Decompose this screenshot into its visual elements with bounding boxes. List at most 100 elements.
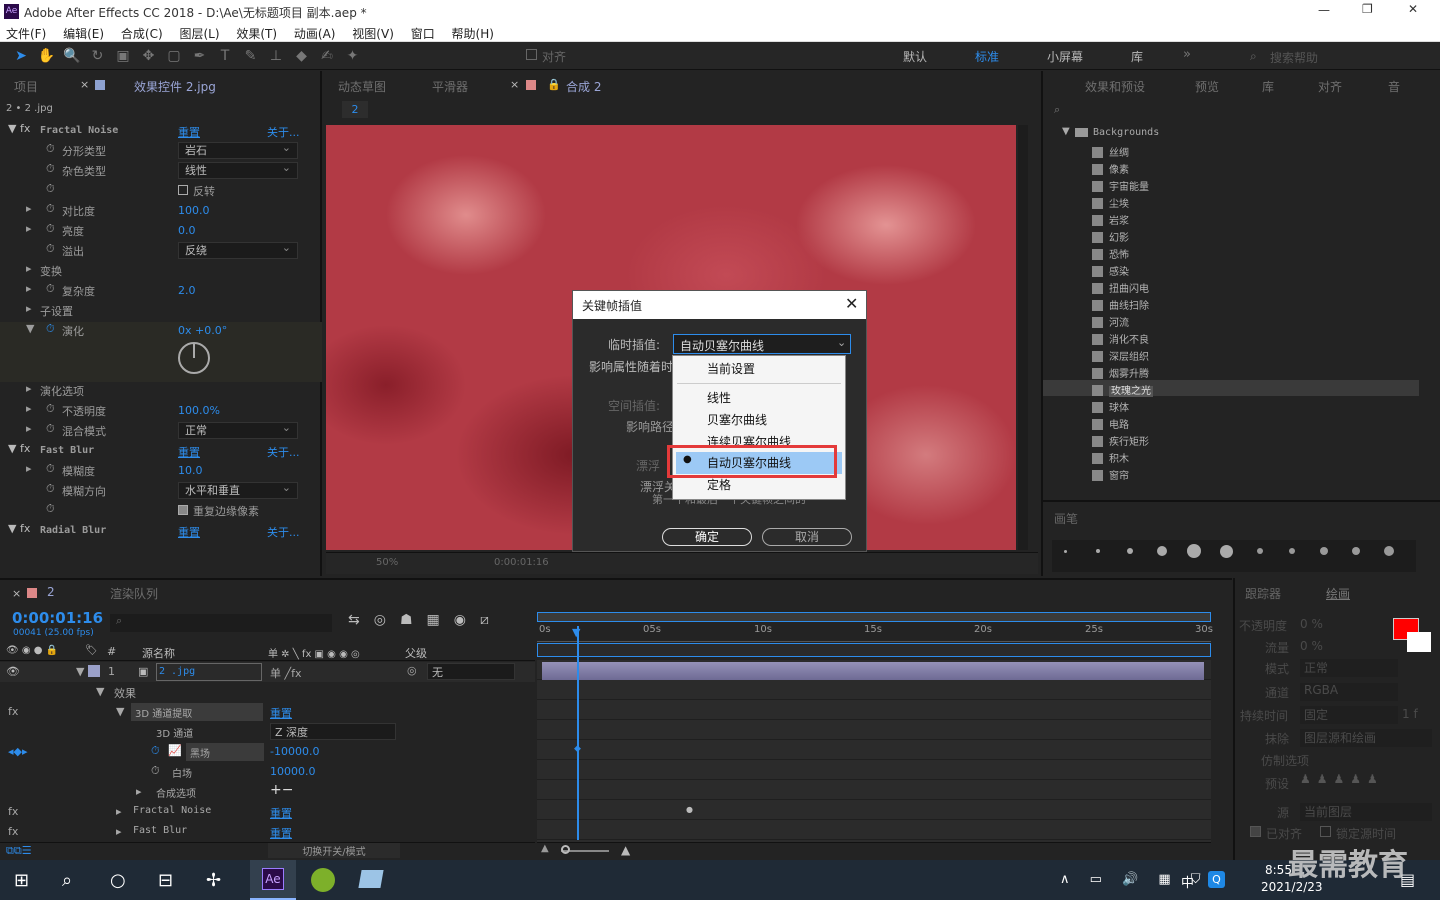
roto-tool-icon[interactable]: ✍ [318,47,336,65]
overflow-dropdown[interactable]: 反绕 [178,240,298,259]
menu-animation[interactable]: 动画(A) [294,27,336,41]
reset-link[interactable]: 重置 [270,825,292,841]
group-label[interactable]: 子设置 [40,303,73,319]
white-value[interactable]: 10000.0 [270,765,316,778]
search-icon[interactable]: ⌕ [62,870,72,891]
footer-icons[interactable]: ⧉⧉☰ [6,844,32,858]
channel-dropdown[interactable]: Z 深度 [270,723,396,740]
align-checkbox[interactable] [526,49,537,60]
stopwatch-icon[interactable]: ⏱ [46,322,55,336]
toggle-switches-modes[interactable]: 切换开关/模式 [268,843,400,858]
stopwatch-icon[interactable]: ⏱ [151,764,160,778]
menu-layer[interactable]: 图层(L) [179,27,219,41]
clone-presets-icons[interactable]: ♟♟♟♟♟ [1300,772,1384,786]
paint-flow-value[interactable]: 0 % [1300,639,1323,653]
camera-tool-icon[interactable]: ▣ [114,47,132,65]
stopwatch-icon[interactable]: ⏱ [46,162,55,176]
parent-header[interactable]: 父级 [405,645,427,661]
temporal-interp-dropdown[interactable]: 自动贝塞尔曲线 [673,334,851,354]
param-row-black[interactable]: ◂◆▸ ⏱ 📈 黑场 -10000.0 [0,742,535,762]
stopwatch-icon[interactable]: ⏱ [46,182,55,196]
parent-dropdown[interactable]: 无 [427,663,515,680]
pan-behind-tool-icon[interactable]: ✥ [140,47,158,65]
menu-window[interactable]: 窗口 [411,27,435,41]
switches-header-icons[interactable]: 单 ✲ ╲ fx ▣ ◉ ◉ ◎ [268,645,360,660]
preset-item[interactable]: 河流 [1092,314,1129,330]
brightness-value[interactable]: 0.0 [178,224,196,237]
about-link[interactable]: 关于... [267,124,300,140]
viewer-timecode[interactable]: 0:00:01:16 [494,557,549,568]
layer-duration-bar[interactable] [542,662,1204,680]
effect-row-fastblur[interactable]: fx ▸ Fast Blur 重置 [0,822,535,842]
paint-erase-dropdown[interactable]: 图层源和绘画 [1300,729,1432,747]
stopwatch-icon[interactable]: ⏱ [46,462,55,476]
tab-motion-sketch[interactable]: 动态草图 [338,78,386,95]
av-switch-icons[interactable]: 👁 ◉ ● 🔒 [6,645,58,656]
zoom-slider-knob[interactable] [561,845,570,854]
keyframe-dot-icon[interactable]: ● [686,805,693,814]
after-effects-taskbar-button[interactable]: Ae [250,860,296,900]
preset-item[interactable]: 像素 [1092,161,1129,177]
cancel-button[interactable]: 取消 [762,528,852,546]
current-time-indicator[interactable] [577,626,579,840]
clone-tool-icon[interactable]: ⊥ [267,47,285,65]
layer-name[interactable]: 2 .jpg [156,663,262,681]
reset-link[interactable]: 重置 [178,524,200,540]
preset-item[interactable]: 扭曲闪电 [1092,280,1149,296]
comp-range-bar[interactable] [537,643,1211,657]
tab-brushes[interactable]: 画笔 [1054,510,1078,527]
cortana-icon[interactable]: ○ [110,870,126,891]
preset-item[interactable]: 烟雾升腾 [1092,365,1149,381]
work-area-bar[interactable] [537,612,1211,622]
stopwatch-icon[interactable]: ⏱ [46,282,55,296]
rotate-tool-icon[interactable]: ↻ [89,47,107,65]
option-hold[interactable]: 定格 [707,475,731,495]
tab-effects-presets[interactable]: 效果和预设 [1085,78,1145,95]
folder-backgrounds[interactable]: Backgrounds [1093,127,1159,138]
repeat-edge-checkbox[interactable] [178,505,188,515]
preset-item[interactable]: 消化不良 [1092,331,1149,347]
stopwatch-icon[interactable]: ⏱ [46,482,55,496]
preset-item[interactable]: 疾行矩形 [1092,433,1149,449]
param-row[interactable]: 3D 通道 Z 深度 [0,722,535,742]
ime-indicator[interactable]: 中 [1181,872,1194,891]
close-tab-icon[interactable]: × [510,78,519,91]
stopwatch-icon[interactable]: ⏱ [46,202,55,216]
preset-item[interactable]: 窗帘 [1092,467,1129,483]
reset-link[interactable]: 重置 [178,124,200,140]
tab-project[interactable]: 项目 [14,78,38,95]
invert-checkbox[interactable] [178,185,188,195]
windows-start-icon[interactable]: ⊞ [14,870,29,891]
preset-item[interactable]: 丝绸 [1092,144,1129,160]
viewer-scrollbar[interactable] [1018,125,1028,550]
rect-tool-icon[interactable]: ▢ [165,47,183,65]
app-icon-notepad[interactable] [358,870,384,888]
maximize-button[interactable]: ❐ [1362,2,1373,16]
preset-item[interactable]: 幻影 [1092,229,1129,245]
search-help-input[interactable]: 搜索帮助 [1270,49,1318,66]
pen-tool-icon[interactable]: ✒ [191,47,209,65]
hand-tool-icon[interactable]: ✋ [38,47,56,65]
qq-icon[interactable]: Q [1208,871,1225,888]
group-label[interactable]: 演化选项 [40,383,84,399]
menu-file[interactable]: 文件(F) [6,27,46,41]
tab-render-queue[interactable]: 渲染队列 [110,585,158,602]
menu-composition[interactable]: 合成(C) [121,27,163,41]
black-value[interactable]: -10000.0 [270,745,319,758]
track-area[interactable] [537,660,1211,842]
tab-preview[interactable]: 预览 [1195,78,1219,95]
stopwatch-icon[interactable]: ⏱ [46,142,55,156]
close-tab-icon[interactable]: × [12,587,21,600]
tab-timeline-comp[interactable]: 2 [47,585,55,599]
folder-toggle-icon[interactable]: ▼ [1062,126,1070,137]
preset-item[interactable]: 电路 [1092,416,1129,432]
paint-duration-dropdown[interactable]: 固定 [1300,706,1398,724]
app-icon-green[interactable] [311,868,335,892]
preset-item[interactable]: 岩浆 [1092,212,1129,228]
eraser-tool-icon[interactable]: ◆ [293,47,311,65]
preset-item[interactable]: 深层组织 [1092,348,1149,364]
tab-libraries[interactable]: 库 [1262,78,1274,95]
label-icon[interactable]: 🏷 [85,645,98,656]
graph-icon[interactable]: 📈 [168,744,182,757]
lock-icon[interactable]: 🔒 [547,78,561,91]
